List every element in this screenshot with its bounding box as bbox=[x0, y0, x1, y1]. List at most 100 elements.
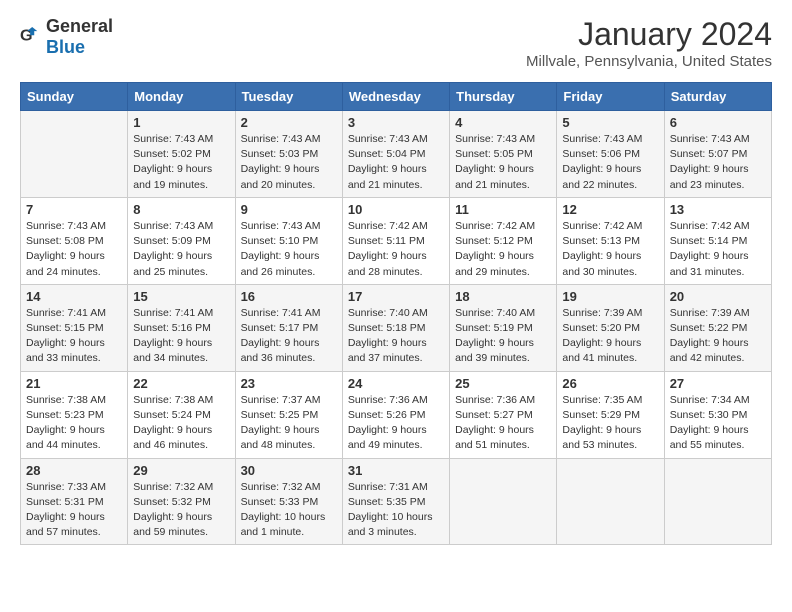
day-number: 23 bbox=[241, 376, 337, 391]
day-info: Sunrise: 7:42 AMSunset: 5:11 PMDaylight:… bbox=[348, 219, 444, 280]
day-number: 5 bbox=[562, 115, 658, 130]
calendar-cell: 26 Sunrise: 7:35 AMSunset: 5:29 PMDayligh… bbox=[557, 371, 664, 458]
subtitle: Millvale, Pennsylvania, United States bbox=[526, 53, 772, 70]
day-info: Sunrise: 7:35 AMSunset: 5:29 PMDaylight:… bbox=[562, 393, 658, 454]
calendar-cell bbox=[557, 458, 664, 545]
calendar-week-3: 21Sunrise: 7:38 AMSunset: 5:23 PMDayligh… bbox=[21, 371, 772, 458]
day-info: Sunrise: 7:41 AMSunset: 5:16 PMDaylight:… bbox=[133, 306, 229, 367]
calendar-cell bbox=[450, 458, 557, 545]
calendar-cell: 12 Sunrise: 7:42 AMSunset: 5:13 PMDayligh… bbox=[557, 197, 664, 284]
day-info: Sunrise: 7:37 AMSunset: 5:25 PMDaylight:… bbox=[241, 393, 337, 454]
day-number: 2 bbox=[241, 115, 337, 130]
day-number: 12 bbox=[562, 202, 658, 217]
header-wednesday: Wednesday bbox=[342, 83, 449, 111]
day-info: Sunrise: 7:39 AMSunset: 5:22 PMDaylight:… bbox=[670, 306, 766, 367]
day-number: 10 bbox=[348, 202, 444, 217]
day-number: 3 bbox=[348, 115, 444, 130]
day-number: 25 bbox=[455, 376, 551, 391]
day-info: Sunrise: 7:43 AMSunset: 5:07 PMDaylight:… bbox=[670, 132, 766, 193]
calendar-cell: 22 Sunrise: 7:38 AMSunset: 5:24 PMDayligh… bbox=[128, 371, 235, 458]
calendar-week-0: 1 Sunrise: 7:43 AMSunset: 5:02 PMDaylight… bbox=[21, 111, 772, 198]
day-number: 31 bbox=[348, 463, 444, 478]
calendar-cell: 19Sunrise: 7:39 AMSunset: 5:20 PMDayligh… bbox=[557, 284, 664, 371]
day-number: 22 bbox=[133, 376, 229, 391]
logo-wordmark: General Blue bbox=[46, 16, 113, 58]
day-number: 29 bbox=[133, 463, 229, 478]
day-number: 6 bbox=[670, 115, 766, 130]
day-number: 13 bbox=[670, 202, 766, 217]
calendar-cell: 31 Sunrise: 7:31 AMSunset: 5:35 PMDayligh… bbox=[342, 458, 449, 545]
day-number: 24 bbox=[348, 376, 444, 391]
day-info: Sunrise: 7:42 AMSunset: 5:12 PMDaylight:… bbox=[455, 219, 551, 280]
day-info: Sunrise: 7:40 AMSunset: 5:19 PMDaylight:… bbox=[455, 306, 551, 367]
calendar-cell: 23 Sunrise: 7:37 AMSunset: 5:25 PMDayligh… bbox=[235, 371, 342, 458]
calendar-cell: 7Sunrise: 7:43 AMSunset: 5:08 PMDaylight… bbox=[21, 197, 128, 284]
title-block: January 2024 Millvale, Pennsylvania, Uni… bbox=[526, 16, 772, 70]
calendar-cell: 29 Sunrise: 7:32 AMSunset: 5:32 PMDayligh… bbox=[128, 458, 235, 545]
day-info: Sunrise: 7:32 AMSunset: 5:33 PMDaylight:… bbox=[241, 480, 337, 541]
day-number: 15 bbox=[133, 289, 229, 304]
day-number: 26 bbox=[562, 376, 658, 391]
day-info: Sunrise: 7:33 AMSunset: 5:31 PMDaylight:… bbox=[26, 480, 122, 541]
calendar-cell: 21Sunrise: 7:38 AMSunset: 5:23 PMDayligh… bbox=[21, 371, 128, 458]
day-info: Sunrise: 7:31 AMSunset: 5:35 PMDaylight:… bbox=[348, 480, 444, 541]
day-info: Sunrise: 7:32 AMSunset: 5:32 PMDaylight:… bbox=[133, 480, 229, 541]
calendar-cell: 6 Sunrise: 7:43 AMSunset: 5:07 PMDaylight… bbox=[664, 111, 771, 198]
calendar-cell bbox=[21, 111, 128, 198]
day-number: 8 bbox=[133, 202, 229, 217]
calendar-week-2: 14Sunrise: 7:41 AMSunset: 5:15 PMDayligh… bbox=[21, 284, 772, 371]
header-sunday: Sunday bbox=[21, 83, 128, 111]
day-info: Sunrise: 7:43 AMSunset: 5:06 PMDaylight:… bbox=[562, 132, 658, 193]
day-number: 9 bbox=[241, 202, 337, 217]
calendar-cell: 2Sunrise: 7:43 AMSunset: 5:03 PMDaylight… bbox=[235, 111, 342, 198]
header-saturday: Saturday bbox=[664, 83, 771, 111]
day-info: Sunrise: 7:42 AMSunset: 5:13 PMDaylight:… bbox=[562, 219, 658, 280]
day-number: 16 bbox=[241, 289, 337, 304]
day-info: Sunrise: 7:41 AMSunset: 5:15 PMDaylight:… bbox=[26, 306, 122, 367]
calendar-week-1: 7Sunrise: 7:43 AMSunset: 5:08 PMDaylight… bbox=[21, 197, 772, 284]
day-info: Sunrise: 7:38 AMSunset: 5:24 PMDaylight:… bbox=[133, 393, 229, 454]
main-title: January 2024 bbox=[526, 16, 772, 53]
day-number: 11 bbox=[455, 202, 551, 217]
calendar-table: SundayMondayTuesdayWednesdayThursdayFrid… bbox=[20, 82, 772, 545]
day-info: Sunrise: 7:43 AMSunset: 5:09 PMDaylight:… bbox=[133, 219, 229, 280]
calendar-cell: 1 Sunrise: 7:43 AMSunset: 5:02 PMDaylight… bbox=[128, 111, 235, 198]
day-info: Sunrise: 7:42 AMSunset: 5:14 PMDaylight:… bbox=[670, 219, 766, 280]
calendar-cell: 16 Sunrise: 7:41 AMSunset: 5:17 PMDayligh… bbox=[235, 284, 342, 371]
day-number: 18 bbox=[455, 289, 551, 304]
calendar-cell: 11 Sunrise: 7:42 AMSunset: 5:12 PMDayligh… bbox=[450, 197, 557, 284]
calendar-cell: 3 Sunrise: 7:43 AMSunset: 5:04 PMDaylight… bbox=[342, 111, 449, 198]
day-info: Sunrise: 7:41 AMSunset: 5:17 PMDaylight:… bbox=[241, 306, 337, 367]
day-info: Sunrise: 7:43 AMSunset: 5:05 PMDaylight:… bbox=[455, 132, 551, 193]
calendar-cell bbox=[664, 458, 771, 545]
calendar-cell: 17 Sunrise: 7:40 AMSunset: 5:18 PMDayligh… bbox=[342, 284, 449, 371]
calendar-cell: 24 Sunrise: 7:36 AMSunset: 5:26 PMDayligh… bbox=[342, 371, 449, 458]
day-number: 19 bbox=[562, 289, 658, 304]
header-monday: Monday bbox=[128, 83, 235, 111]
calendar-cell: 13 Sunrise: 7:42 AMSunset: 5:14 PMDayligh… bbox=[664, 197, 771, 284]
day-info: Sunrise: 7:43 AMSunset: 5:04 PMDaylight:… bbox=[348, 132, 444, 193]
day-info: Sunrise: 7:43 AMSunset: 5:02 PMDaylight:… bbox=[133, 132, 229, 193]
day-info: Sunrise: 7:43 AMSunset: 5:10 PMDaylight:… bbox=[241, 219, 337, 280]
calendar-cell: 8 Sunrise: 7:43 AMSunset: 5:09 PMDaylight… bbox=[128, 197, 235, 284]
calendar-cell: 18 Sunrise: 7:40 AMSunset: 5:19 PMDayligh… bbox=[450, 284, 557, 371]
calendar-cell: 30 Sunrise: 7:32 AMSunset: 5:33 PMDayligh… bbox=[235, 458, 342, 545]
day-number: 1 bbox=[133, 115, 229, 130]
day-info: Sunrise: 7:34 AMSunset: 5:30 PMDaylight:… bbox=[670, 393, 766, 454]
header-friday: Friday bbox=[557, 83, 664, 111]
logo-general: General bbox=[46, 16, 113, 36]
day-info: Sunrise: 7:36 AMSunset: 5:27 PMDaylight:… bbox=[455, 393, 551, 454]
day-info: Sunrise: 7:40 AMSunset: 5:18 PMDaylight:… bbox=[348, 306, 444, 367]
day-info: Sunrise: 7:43 AMSunset: 5:08 PMDaylight:… bbox=[26, 219, 122, 280]
calendar-cell: 15 Sunrise: 7:41 AMSunset: 5:16 PMDayligh… bbox=[128, 284, 235, 371]
day-number: 21 bbox=[26, 376, 122, 391]
calendar-cell: 28Sunrise: 7:33 AMSunset: 5:31 PMDayligh… bbox=[21, 458, 128, 545]
calendar-cell: 4 Sunrise: 7:43 AMSunset: 5:05 PMDaylight… bbox=[450, 111, 557, 198]
day-number: 4 bbox=[455, 115, 551, 130]
header-tuesday: Tuesday bbox=[235, 83, 342, 111]
logo: G General Blue bbox=[20, 16, 113, 58]
day-info: Sunrise: 7:36 AMSunset: 5:26 PMDaylight:… bbox=[348, 393, 444, 454]
day-number: 17 bbox=[348, 289, 444, 304]
calendar-cell: 20Sunrise: 7:39 AMSunset: 5:22 PMDayligh… bbox=[664, 284, 771, 371]
day-number: 30 bbox=[241, 463, 337, 478]
